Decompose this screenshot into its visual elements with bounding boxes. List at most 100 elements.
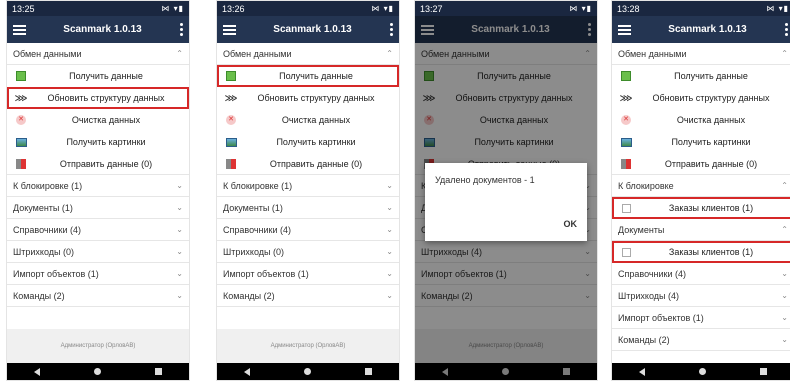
section-refs[interactable]: Справочники (4) ⌄ [217,219,399,241]
current-user: Администратор (ОрловАВ) [217,329,399,363]
section-barcodes[interactable]: Штрихкоды (0) ⌄ [217,241,399,263]
section-lock[interactable]: К блокировке (1) ⌄ [7,175,189,197]
more-options-icon[interactable] [784,23,788,36]
get-data-button[interactable]: Получить данные [612,65,790,87]
status-icons: ⋈ ▾▮ [766,4,789,13]
chevron-down-icon: ⌄ [386,181,393,190]
phone-screen-2: 13:26 ⋈ ▾▮ Scanmark 1.0.13 Обмен данными… [216,0,400,381]
more-options-icon[interactable] [389,23,393,36]
update-structure-button[interactable]: ⋙ Обновить структуру данных [7,87,189,109]
section-label: Команды (2) [13,290,65,301]
item-label: Очистка данных [71,115,141,125]
chevron-down-icon: ⌄ [781,269,788,278]
section-exchange[interactable]: Обмен данными ⌃ [7,43,189,65]
clear-data-button[interactable]: ✕ Очистка данных [217,109,399,131]
item-label: Заказы клиентов (1) [668,247,754,257]
clear-icon: ✕ [226,115,236,125]
app-title: Scanmark 1.0.13 [668,24,747,35]
home-icon[interactable] [94,368,101,375]
get-pictures-button[interactable]: Получить картинки [217,131,399,153]
clock: 13:28 [617,3,640,14]
menu-icon[interactable] [223,24,236,35]
item-label: Получить данные [279,71,353,81]
home-icon[interactable] [699,368,706,375]
chevron-up-icon: ⌃ [781,181,788,190]
download-icon [621,71,631,81]
send-data-button[interactable]: Отправить данные (0) [612,153,790,175]
chevron-down-icon: ⌄ [386,291,393,300]
recent-apps-icon[interactable] [365,368,372,375]
menu-icon[interactable] [618,24,631,35]
section-label: Документы (1) [13,202,73,213]
get-pictures-button[interactable]: Получить картинки [612,131,790,153]
image-icon [15,137,27,147]
get-pictures-button[interactable]: Получить картинки [7,131,189,153]
section-label: Импорт объектов (1) [223,268,309,279]
section-label: Документы [618,224,665,235]
section-refs[interactable]: Справочники (4) ⌄ [612,263,790,285]
clear-data-button[interactable]: ✕ Очистка данных [7,109,189,131]
item-label: Очистка данных [281,115,351,125]
item-label: Обновить структуру данных [47,93,165,103]
section-commands[interactable]: Команды (2) ⌄ [217,285,399,307]
update-structure-button[interactable]: ⋙ Обновить структуру данных [612,87,790,109]
section-label: Обмен данными [223,48,292,59]
section-lock[interactable]: К блокировке ⌃ [612,175,790,197]
section-exchange[interactable]: Обмен данными ⌃ [217,43,399,65]
structure-icon: ⋙ [224,92,238,103]
download-icon [226,71,236,81]
get-data-button[interactable]: Получить данные [217,65,399,87]
ok-button[interactable]: OK [564,219,578,229]
download-icon [16,71,26,81]
recent-apps-icon[interactable] [155,368,162,375]
section-refs[interactable]: Справочники (4) ⌄ [7,219,189,241]
section-commands[interactable]: Команды (2) ⌄ [612,329,790,351]
recent-apps-icon[interactable] [760,368,767,375]
section-import[interactable]: Импорт объектов (1) ⌄ [7,263,189,285]
section-barcodes[interactable]: Штрихкоды (0) ⌄ [7,241,189,263]
checkbox-icon [621,203,631,213]
item-label: Отправить данные (0) [59,158,153,169]
section-docs[interactable]: Документы ⌃ [612,219,790,241]
update-structure-button[interactable]: ⋙ Обновить структуру данных [217,87,399,109]
image-icon [225,137,237,147]
chevron-down-icon: ⌄ [386,203,393,212]
item-label: Отправить данные (0) [269,158,363,169]
item-label: Получить данные [674,71,748,81]
menu-icon[interactable] [13,24,26,35]
orders-docs-item[interactable]: Заказы клиентов (1) [612,241,790,263]
status-bar: 13:28 ⋈ ▾▮ [612,1,790,16]
app-bar: Scanmark 1.0.13 [217,16,399,43]
chevron-down-icon: ⌄ [386,269,393,278]
section-label: Команды (2) [223,290,275,301]
more-options-icon[interactable] [179,23,183,36]
clear-data-button[interactable]: ✕ Очистка данных [612,109,790,131]
section-lock[interactable]: К блокировке (1) ⌄ [217,175,399,197]
section-label: Штрихкоды (0) [13,246,74,257]
back-icon[interactable] [244,367,250,376]
back-icon[interactable] [639,367,645,376]
send-icon [621,158,631,169]
section-label: К блокировке (1) [13,180,83,191]
section-docs[interactable]: Документы (1) ⌄ [7,197,189,219]
get-data-button[interactable]: Получить данные [7,65,189,87]
orders-lock-item[interactable]: Заказы клиентов (1) [612,197,790,219]
status-icons: ⋈ ▾▮ [161,4,184,13]
send-data-button[interactable]: Отправить данные (0) [217,153,399,175]
section-commands[interactable]: Команды (2) ⌄ [7,285,189,307]
section-label: Штрихкоды (0) [223,246,284,257]
section-label: Справочники (4) [618,268,687,279]
section-barcodes[interactable]: Штрихкоды (4) ⌄ [612,285,790,307]
back-icon[interactable] [34,367,40,376]
status-icons: ⋈ ▾▮ [371,4,394,13]
section-docs[interactable]: Документы (1) ⌄ [217,197,399,219]
home-icon[interactable] [304,368,311,375]
section-import[interactable]: Импорт объектов (1) ⌄ [217,263,399,285]
send-data-button[interactable]: Отправить данные (0) [7,153,189,175]
chevron-down-icon: ⌄ [386,247,393,256]
section-exchange[interactable]: Обмен данными ⌃ [612,43,790,65]
item-label: Очистка данных [676,115,746,125]
section-import[interactable]: Импорт объектов (1) ⌄ [612,307,790,329]
chevron-down-icon: ⌄ [781,335,788,344]
section-label: К блокировке [618,180,674,191]
